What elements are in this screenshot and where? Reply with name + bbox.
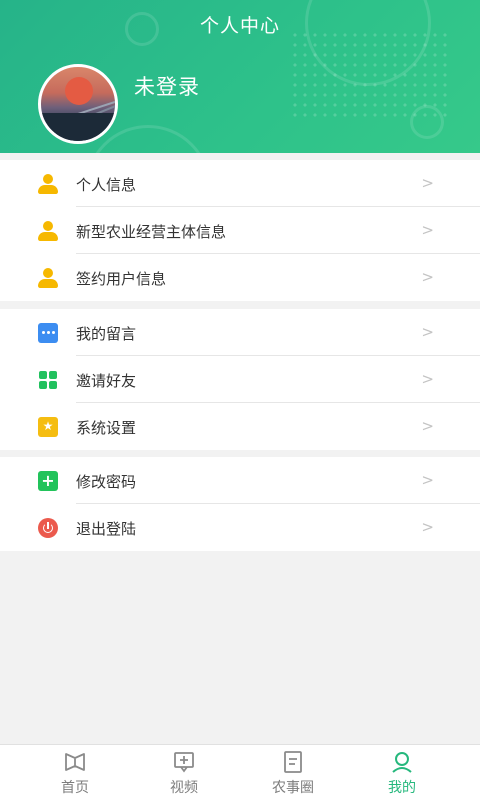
chevron-right-icon: > (421, 221, 434, 239)
tab-video[interactable]: 视频 (124, 745, 244, 801)
menu-item-system-settings[interactable]: ★ 系统设置 > (0, 403, 480, 450)
menu-item-label: 系统设置 (76, 419, 137, 437)
bottom-tab-bar: 首页 视频 农事圈 我的 (0, 744, 480, 801)
menu-item-label: 个人信息 (76, 176, 137, 194)
document-icon (284, 751, 302, 773)
menu-item-label: 新型农业经营主体信息 (76, 223, 227, 241)
tab-home[interactable]: 首页 (15, 745, 135, 801)
message-icon (38, 323, 58, 343)
menu-item-label: 我的留言 (76, 325, 137, 343)
user-icon (38, 221, 58, 241)
menu-item-label: 修改密码 (76, 473, 137, 491)
chevron-right-icon: > (421, 323, 434, 341)
chevron-right-icon: > (421, 518, 434, 536)
grid-icon (38, 370, 58, 390)
tab-label: 首页 (61, 780, 89, 796)
user-icon (38, 268, 58, 288)
avatar[interactable] (38, 64, 118, 144)
menu-item-invite-friends[interactable]: 邀请好友 > (0, 356, 480, 403)
page-title: 个人中心 (199, 15, 280, 37)
menu-group-account: + 修改密码 > 退出登陆 > (0, 457, 480, 551)
menu-item-personal-info[interactable]: 个人信息 > (0, 160, 480, 207)
power-icon (38, 518, 58, 538)
menu-item-label: 退出登陆 (76, 520, 137, 538)
menu-group-profile: 个人信息 > 新型农业经营主体信息 > 签约用户信息 > (0, 160, 480, 301)
profile-header: 个人中心 未登录 (0, 0, 480, 153)
plus-icon: + (38, 471, 58, 491)
book-icon (65, 753, 85, 771)
user-outline-icon (392, 752, 412, 773)
menu-item-contract-user-info[interactable]: 签约用户信息 > (0, 254, 480, 301)
chevron-right-icon: > (421, 370, 434, 388)
menu-item-my-messages[interactable]: 我的留言 > (0, 309, 480, 356)
video-icon (174, 752, 194, 773)
login-status[interactable]: 未登录 (134, 71, 200, 101)
tab-label: 视频 (170, 780, 198, 796)
tab-mine[interactable]: 我的 (342, 745, 462, 801)
chevron-right-icon: > (421, 268, 434, 286)
menu-item-logout[interactable]: 退出登陆 > (0, 504, 480, 551)
chevron-right-icon: > (421, 471, 434, 489)
tab-farming-circle[interactable]: 农事圈 (233, 745, 353, 801)
chevron-right-icon: > (421, 174, 434, 192)
tab-label: 农事圈 (272, 780, 314, 796)
menu-item-label: 邀请好友 (76, 372, 137, 390)
menu-group-general: 我的留言 > 邀请好友 > ★ 系统设置 > (0, 309, 480, 450)
menu-item-change-password[interactable]: + 修改密码 > (0, 457, 480, 504)
menu-item-label: 签约用户信息 (76, 270, 167, 288)
user-icon (38, 174, 58, 194)
tab-label: 我的 (388, 780, 416, 796)
star-icon: ★ (38, 417, 58, 437)
chevron-right-icon: > (421, 417, 434, 435)
menu-item-agri-entity-info[interactable]: 新型农业经营主体信息 > (0, 207, 480, 254)
